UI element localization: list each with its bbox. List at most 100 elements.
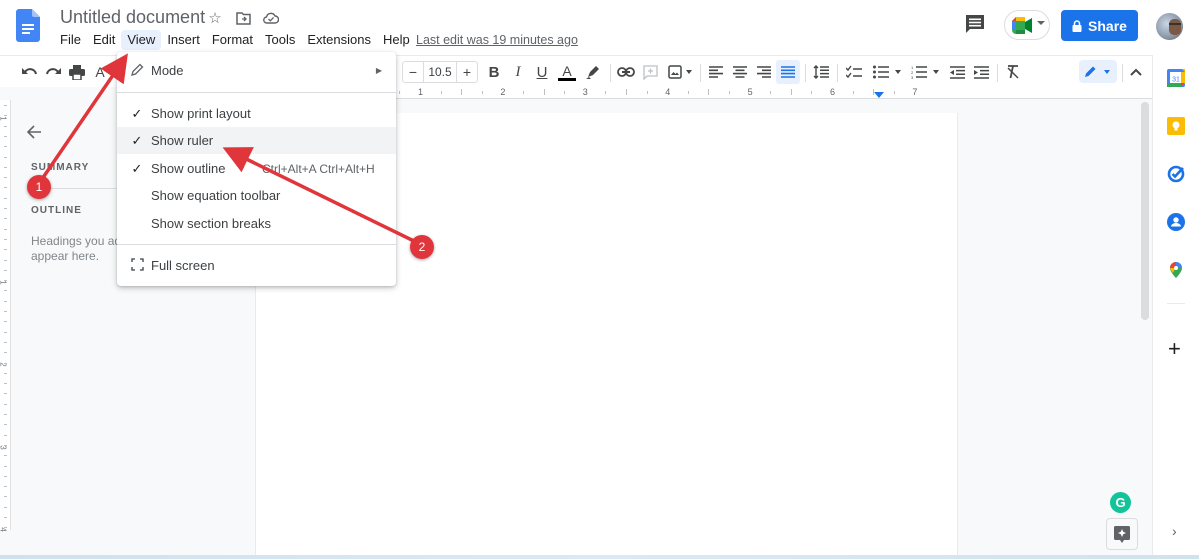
decrease-font-size-button[interactable]: − bbox=[403, 64, 423, 80]
docs-logo-icon[interactable] bbox=[16, 9, 40, 42]
outline-hint-text: Headings you add appear here. bbox=[31, 234, 131, 264]
menu-insert[interactable]: Insert bbox=[161, 30, 206, 50]
align-center-icon[interactable] bbox=[732, 62, 748, 82]
underline-button[interactable]: U bbox=[535, 62, 549, 82]
share-button[interactable]: Share bbox=[1061, 10, 1138, 41]
menu-help[interactable]: Help bbox=[377, 30, 416, 50]
toolbar-divider bbox=[1122, 64, 1123, 82]
print-icon[interactable] bbox=[68, 62, 86, 82]
bold-button[interactable]: B bbox=[487, 62, 501, 82]
numbered-list-button[interactable]: 123 bbox=[908, 62, 942, 82]
vertical-ruler-tick bbox=[4, 259, 7, 261]
outline-hint-line1: Headings you add bbox=[31, 234, 128, 248]
ruler-tick bbox=[770, 91, 772, 94]
document-title[interactable]: Untitled document bbox=[60, 7, 205, 28]
vertical-ruler-tick bbox=[4, 393, 7, 395]
annotation-badge-1: 1 bbox=[27, 175, 51, 199]
get-addons-plus-icon[interactable]: + bbox=[1168, 336, 1181, 362]
ruler-number: 1 bbox=[418, 87, 424, 97]
menu-item-show-print-layout[interactable]: ✓ Show print layout bbox=[117, 100, 396, 127]
close-outline-back-arrow-icon[interactable] bbox=[26, 123, 42, 146]
hide-menus-chevron-up-icon[interactable] bbox=[1128, 62, 1144, 82]
vertical-ruler[interactable]: 11234 bbox=[0, 100, 11, 532]
editing-mode-button[interactable] bbox=[1079, 60, 1117, 83]
menu-file[interactable]: File bbox=[54, 30, 87, 50]
increase-indent-icon[interactable] bbox=[972, 62, 990, 82]
vertical-ruler-tick bbox=[4, 105, 7, 106]
decrease-indent-icon[interactable] bbox=[948, 62, 966, 82]
image-dropdown-icon bbox=[686, 70, 692, 74]
vertical-ruler-tick bbox=[4, 414, 7, 415]
star-icon[interactable]: ☆ bbox=[206, 9, 224, 27]
menu-tools[interactable]: Tools bbox=[259, 30, 301, 50]
toolbar-divider bbox=[997, 64, 998, 82]
ruler-tick bbox=[646, 91, 648, 94]
font-size-input[interactable]: 10.5 bbox=[423, 62, 457, 82]
account-avatar[interactable] bbox=[1156, 13, 1183, 40]
comment-history-icon[interactable] bbox=[963, 12, 987, 36]
scrollbar-thumb[interactable] bbox=[1141, 102, 1149, 320]
vertical-ruler-tick bbox=[4, 372, 7, 374]
right-indent-marker[interactable] bbox=[874, 92, 884, 98]
svg-text:3: 3 bbox=[911, 75, 914, 79]
text-color-icon: A bbox=[562, 62, 572, 79]
lock-icon bbox=[1072, 19, 1082, 32]
contacts-icon[interactable] bbox=[1167, 213, 1185, 231]
insert-link-icon[interactable] bbox=[617, 62, 635, 82]
submenu-arrow-icon: ▶ bbox=[375, 66, 382, 75]
bulleted-list-button[interactable] bbox=[871, 62, 903, 82]
clear-formatting-icon[interactable] bbox=[1004, 62, 1022, 82]
menu-item-show-ruler[interactable]: ✓ Show ruler bbox=[117, 127, 396, 154]
last-edit-link[interactable]: Last edit was 19 minutes ago bbox=[416, 33, 578, 47]
editing-mode-dropdown-icon bbox=[1104, 70, 1110, 74]
align-left-icon[interactable] bbox=[708, 62, 724, 82]
spellcheck-icon[interactable]: A bbox=[94, 62, 106, 82]
redo-icon[interactable] bbox=[44, 62, 62, 82]
menu-item-show-section-breaks[interactable]: Show section breaks bbox=[117, 210, 396, 237]
undo-icon[interactable] bbox=[20, 62, 38, 82]
menu-edit[interactable]: Edit bbox=[87, 30, 121, 50]
menu-item-mode[interactable]: Mode ▶ bbox=[117, 57, 396, 84]
line-spacing-icon[interactable] bbox=[812, 62, 830, 82]
cloud-saved-icon[interactable] bbox=[262, 9, 280, 27]
vertical-ruler-tick bbox=[4, 218, 7, 220]
highlight-color-icon[interactable] bbox=[585, 62, 601, 82]
maps-icon[interactable] bbox=[1167, 261, 1185, 279]
grammarly-icon[interactable]: G bbox=[1110, 492, 1131, 513]
ruler-number: 3 bbox=[582, 87, 588, 97]
vertical-ruler-tick bbox=[4, 475, 7, 477]
side-panel-divider bbox=[1167, 303, 1185, 304]
menu-extensions[interactable]: Extensions bbox=[301, 30, 377, 50]
explore-button[interactable] bbox=[1106, 518, 1138, 550]
menu-view[interactable]: View bbox=[121, 30, 162, 50]
justify-icon[interactable] bbox=[776, 60, 800, 84]
menu-item-show-equation-toolbar[interactable]: Show equation toolbar bbox=[117, 182, 396, 209]
ruler-number: 2 bbox=[500, 87, 506, 97]
ruler-tick bbox=[440, 91, 442, 94]
numbered-list-dropdown-icon bbox=[933, 70, 939, 74]
add-comment-icon[interactable] bbox=[642, 62, 658, 82]
align-right-icon[interactable] bbox=[756, 62, 772, 82]
menu-format[interactable]: Format bbox=[206, 30, 259, 50]
show-side-panel-chevron-right-icon[interactable]: › bbox=[1172, 523, 1177, 539]
ruler-tick bbox=[790, 89, 792, 95]
toolbar-divider bbox=[610, 64, 611, 82]
calendar-icon[interactable]: 31 bbox=[1167, 69, 1185, 87]
taskbar-edge bbox=[0, 555, 1199, 559]
ruler-tick bbox=[729, 91, 730, 94]
ruler-tick bbox=[811, 91, 813, 94]
ruler-tick bbox=[893, 91, 895, 94]
italic-button[interactable]: I bbox=[511, 62, 525, 82]
insert-image-button[interactable] bbox=[666, 62, 694, 82]
ruler-number: 4 bbox=[665, 87, 671, 97]
keep-icon[interactable] bbox=[1167, 117, 1185, 135]
outline-hint-line2: appear here. bbox=[31, 249, 100, 263]
text-color-button[interactable]: A bbox=[558, 62, 576, 82]
move-to-folder-icon[interactable] bbox=[234, 9, 252, 27]
menu-item-full-screen[interactable]: Full screen bbox=[117, 252, 396, 279]
tasks-icon[interactable] bbox=[1167, 165, 1185, 183]
horizontal-ruler[interactable]: 1 2 3 4 5 6 7 bbox=[396, 87, 1152, 99]
meet-button[interactable] bbox=[1004, 10, 1050, 40]
increase-font-size-button[interactable]: + bbox=[457, 64, 477, 80]
checklist-icon[interactable] bbox=[845, 62, 863, 82]
